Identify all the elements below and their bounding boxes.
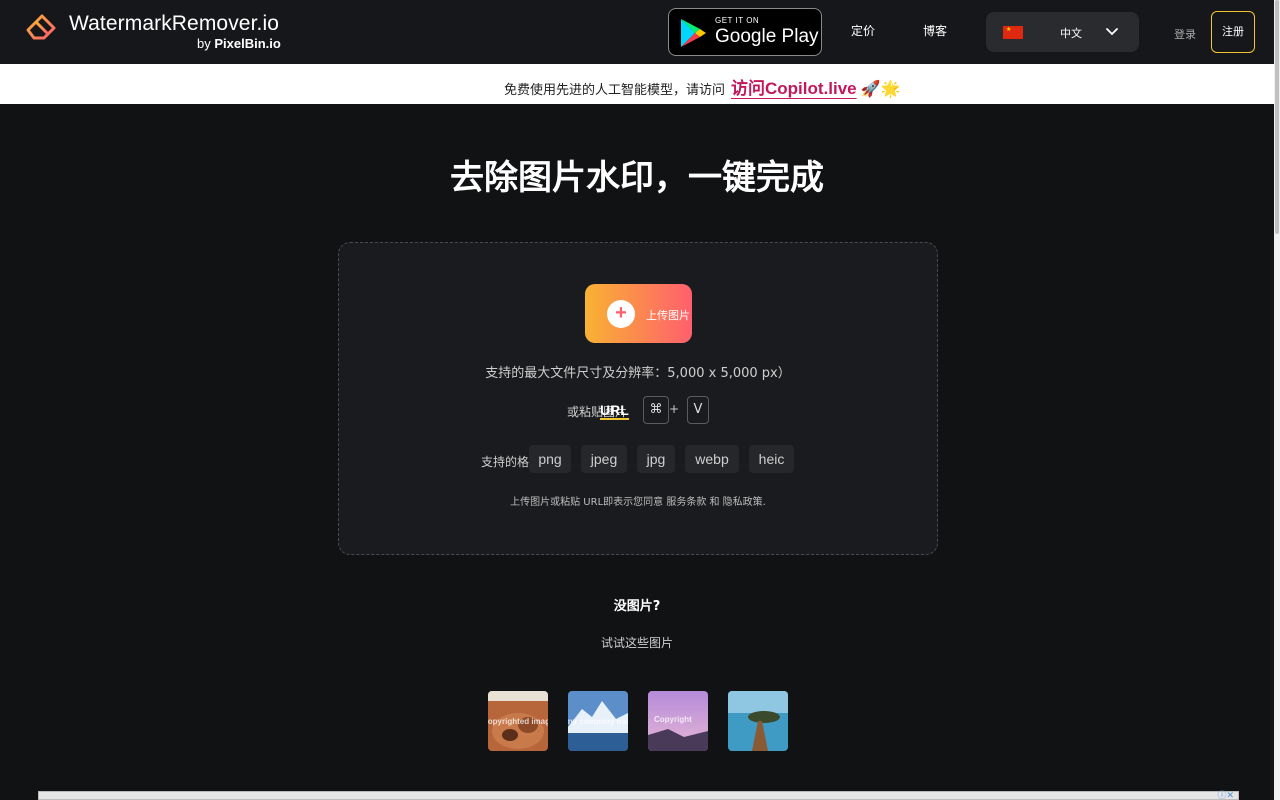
google-play-button[interactable]: GET IT ON Google Play xyxy=(668,8,822,56)
logo-sub-brand: PixelBin.io xyxy=(214,36,281,51)
ad-banner[interactable]: ⓘ✕ xyxy=(38,791,1239,800)
site-logo[interactable]: WatermarkRemover.io by PixelBin.io xyxy=(24,8,284,56)
format-chip-png: png xyxy=(529,445,571,473)
logo-sub-prefix: by xyxy=(197,36,211,51)
sample-image-dog[interactable]: Copyrighted image xyxy=(488,691,548,751)
page-title: 去除图片水印，一键完成 xyxy=(450,158,824,198)
nav-pricing[interactable]: 定价 xyxy=(851,22,875,39)
upload-button-label: 上传图片 xyxy=(646,310,690,322)
pier-thumbnail-graphic xyxy=(728,691,788,751)
china-flag-icon: ★ xyxy=(1003,26,1023,39)
sample-watermark-text: Copyright xyxy=(654,715,692,724)
shortcut-plus: + xyxy=(669,402,680,416)
cmd-key: ⌘ xyxy=(643,396,669,424)
upload-dropzone[interactable]: + 上传图片 支持的最大文件尺寸及分辨率：5,000 x 5,000 px） 或… xyxy=(338,242,938,555)
banner-text: 免费使用先进的人工智能模型，请访问 xyxy=(504,83,726,98)
chevron-down-icon xyxy=(1106,28,1118,36)
language-select[interactable]: ★ 中文 xyxy=(986,12,1139,52)
top-header: WatermarkRemover.io by PixelBin.io GET I… xyxy=(0,0,1274,64)
logo-subtext: by PixelBin.io xyxy=(197,36,281,51)
sample-image-iceberg[interactable]: Any company name xyxy=(568,691,628,751)
v-key: V xyxy=(687,396,709,424)
banner-content: 免费使用先进的人工智能模型，请访问 访问Copilot.live 🚀🌟 xyxy=(504,74,900,99)
format-chip-heic: heic xyxy=(749,445,794,473)
login-link[interactable]: 登录 xyxy=(1174,26,1196,42)
banner-link[interactable]: 访问Copilot.live xyxy=(731,79,857,98)
nav-blog[interactable]: 博客 xyxy=(923,22,947,39)
sample-image-pier[interactable] xyxy=(728,691,788,751)
page-scrollbar[interactable] xyxy=(1274,0,1280,800)
logo-text: WatermarkRemover.io xyxy=(69,12,280,35)
promo-banner: 免费使用先进的人工智能模型，请访问 访问Copilot.live 🚀🌟 xyxy=(0,64,1274,104)
sample-heading: 没图片? xyxy=(613,599,661,614)
google-play-icon xyxy=(681,19,706,47)
file-limit-text: 支持的最大文件尺寸及分辨率：5,000 x 5,000 px） xyxy=(485,366,791,381)
banner-emoji: 🚀🌟 xyxy=(860,79,901,98)
upload-image-button[interactable]: + 上传图片 xyxy=(585,284,692,343)
signup-button[interactable]: 注册 xyxy=(1211,11,1255,53)
plus-icon: + xyxy=(607,300,635,328)
google-play-small-text: GET IT ON xyxy=(715,16,760,25)
format-chip-jpeg: jpeg xyxy=(581,445,627,473)
sample-watermark-text: Copyrighted image xyxy=(488,717,548,726)
sample-image-sunset[interactable]: Copyright xyxy=(648,691,708,751)
format-chip-jpg: jpg xyxy=(637,445,675,473)
ad-close-icon[interactable]: ⓘ✕ xyxy=(1217,792,1234,800)
paste-url-link[interactable]: URL xyxy=(600,403,629,420)
sample-subheading: 试试这些图片 xyxy=(600,636,673,650)
terms-text: 上传图片或粘贴 URL即表示您同意 服务条款 和 隐私政策. xyxy=(510,497,766,508)
scrollbar-thumb[interactable] xyxy=(1275,0,1279,234)
google-play-big-text: Google Play xyxy=(715,26,819,47)
language-label: 中文 xyxy=(1060,27,1082,40)
sample-watermark-text: Any company name xyxy=(568,717,628,726)
eraser-logo-icon xyxy=(24,14,60,43)
format-chip-webp: webp xyxy=(685,445,739,473)
